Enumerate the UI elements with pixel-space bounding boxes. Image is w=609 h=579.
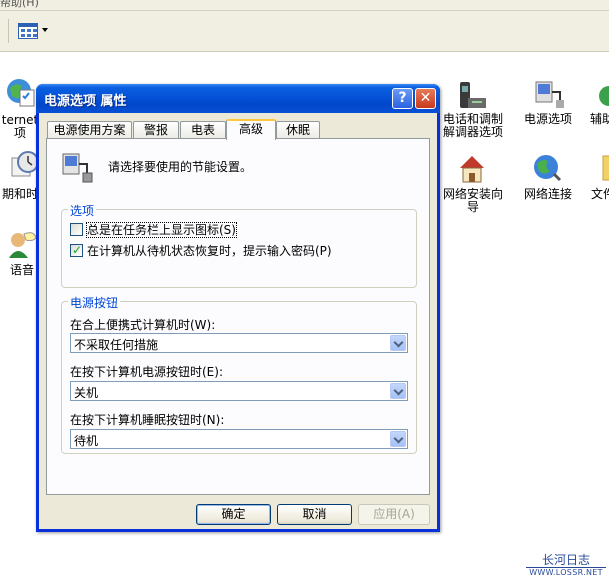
power-options-label[interactable]: 电源选项 [518,113,578,126]
lid-close-select[interactable]: 不采取任何措施 [70,333,408,353]
views-button[interactable] [16,20,48,42]
sleep-button-value: 待机 [74,434,99,448]
help-button[interactable]: ? [392,88,413,109]
power-buttons-group-title: 电源按钮 [68,294,121,311]
lid-close-value: 不采取任何措施 [74,338,159,352]
power-options-icon[interactable] [532,78,564,110]
power-buttons-group: 电源按钮 在合上便携式计算机时(W): 不采取任何措施 在按下计算机电源按钮时(… [61,294,417,454]
checkmark-icon: ✓ [72,243,83,257]
options-group-title: 选项 [68,202,97,219]
toolbar-separator [8,19,9,43]
phone-modem-label[interactable]: 电话和调制 解调器选项 [440,113,506,139]
date-time-label[interactable]: 期和时 [0,188,40,201]
ok-button[interactable]: 确定 [196,504,271,525]
menu-help[interactable]: 帮助(H) [0,0,39,10]
close-button[interactable]: ✕ [415,88,436,109]
sleep-button-select[interactable]: 待机 [70,429,408,449]
network-connections-icon[interactable] [532,152,562,184]
dialog-titlebar[interactable]: 电源选项 属性 ? ✕ [36,84,440,113]
accessibility-icon[interactable] [598,82,609,110]
network-connections-label[interactable]: 网络连接 [518,188,578,201]
power-options-dialog: 电源选项 属性 ? ✕ 电源使用方案 警报 电表 高级 休眠 请选择要使用的节能… [36,84,440,532]
power-button-label: 在按下计算机电源按钮时(E): [70,365,223,379]
dialog-title: 电源选项 属性 [44,94,127,109]
watermark-url: WWW.LOSSR.NET [526,567,606,577]
speech-icon[interactable] [6,228,38,260]
prompt-password-label[interactable]: 在计算机从待机状态恢复时，提示输入密码(P) [87,244,332,258]
advanced-panel: 请选择要使用的节能设置。 选项 总是在任务栏上显示图标(S) ✓ 在计算机从待机… [46,138,430,495]
network-setup-label[interactable]: 网络安装向 导 [440,188,506,214]
internet-options-label[interactable]: ternet 项 [0,114,40,140]
show-tray-icon-label[interactable]: 总是在任务栏上显示图标(S) [86,222,237,238]
power-button-value: 关机 [74,386,99,400]
dropdown-arrow-icon [42,28,48,32]
tab-hibernate[interactable]: 休眠 [276,121,320,138]
phone-modem-icon[interactable] [456,78,488,110]
tab-advanced[interactable]: 高级 [226,119,276,140]
accessibility-label[interactable]: 辅助 [590,113,609,126]
show-tray-icon-checkbox[interactable] [70,223,83,236]
site-watermark: 长河日志 WWW.LOSSR.NET [526,553,606,577]
chevron-down-icon[interactable] [390,383,406,399]
sleep-button-label: 在按下计算机睡眠按钮时(N): [70,413,225,427]
views-icon [18,23,38,39]
cancel-button[interactable]: 取消 [277,504,352,525]
network-setup-icon[interactable] [456,152,488,184]
power-plug-icon [61,150,93,184]
chevron-down-icon[interactable] [390,431,406,447]
tab-power-meter[interactable]: 电表 [180,121,226,138]
watermark-title: 长河日志 [541,553,590,567]
explorer-toolbar [0,11,609,52]
power-button-select[interactable]: 关机 [70,381,408,401]
tab-power-schemes[interactable]: 电源使用方案 [47,121,132,138]
tab-alarms[interactable]: 警报 [133,121,179,138]
chevron-down-icon[interactable] [390,335,406,351]
speech-label[interactable]: 语音 [6,264,38,277]
dialog-body: 电源使用方案 警报 电表 高级 休眠 请选择要使用的节能设置。 选项 总是在任务… [39,113,437,529]
apply-button[interactable]: 应用(A) [358,504,430,525]
prompt-password-checkbox[interactable]: ✓ [70,243,83,257]
options-group: 选项 总是在任务栏上显示图标(S) ✓ 在计算机从待机状态恢复时，提示输入密码(… [61,202,417,288]
folder-label[interactable]: 文件 [591,188,609,201]
folder-icon[interactable] [598,152,609,182]
menu-bar: 帮助(H) [0,0,609,11]
lid-close-label: 在合上便携式计算机时(W): [70,318,216,332]
internet-options-icon[interactable] [4,76,36,108]
header-instruction: 请选择要使用的节能设置。 [108,160,253,174]
